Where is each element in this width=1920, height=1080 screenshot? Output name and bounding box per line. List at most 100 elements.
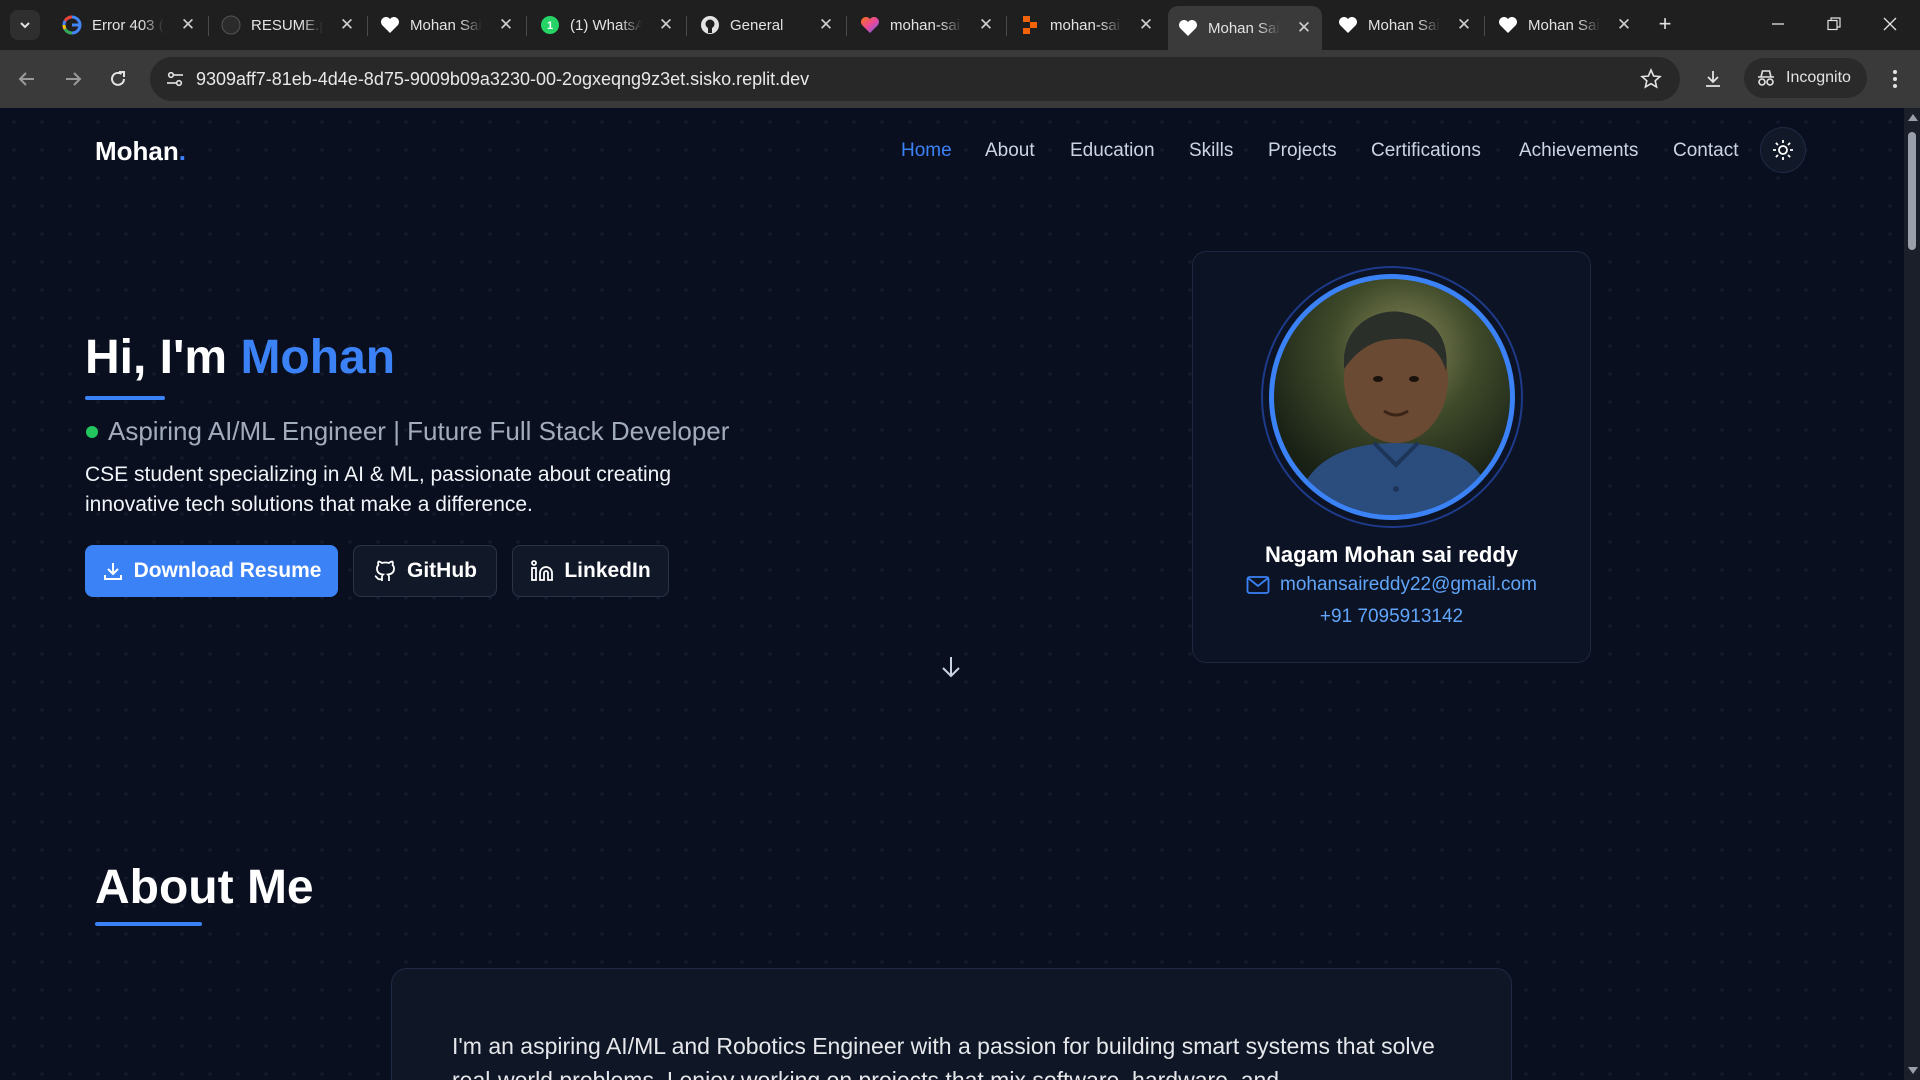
close-icon[interactable]: ✕ <box>1616 15 1632 35</box>
restore-icon <box>1827 17 1841 31</box>
logo-text: Mohan <box>95 136 179 166</box>
download-resume-label: Download Resume <box>133 559 322 582</box>
close-icon[interactable]: ✕ <box>1456 15 1472 35</box>
replit-icon <box>1020 15 1040 35</box>
svg-text:1: 1 <box>547 20 553 32</box>
linkedin-label: LinkedIn <box>564 559 651 582</box>
close-icon[interactable]: ✕ <box>658 15 674 35</box>
tab-title: Mohan Sai <box>410 16 482 34</box>
tab-separator <box>686 16 687 36</box>
about-underline <box>95 922 202 926</box>
close-icon[interactable]: ✕ <box>498 15 514 35</box>
tab-strip: Error 403 ( ✕ RESUME.pdf ✕ Mohan Sai ✕ 1… <box>0 0 1920 50</box>
back-button[interactable] <box>12 64 42 94</box>
profile-photo <box>1294 311 1496 515</box>
browser-tab[interactable]: mohan-sai ✕ <box>850 8 1004 42</box>
github-label: GitHub <box>407 559 477 582</box>
close-icon[interactable]: ✕ <box>1138 15 1154 35</box>
tab-title: mohan-sai <box>890 16 961 34</box>
close-icon[interactable]: ✕ <box>339 15 355 35</box>
nav-about[interactable]: About <box>985 140 1035 162</box>
close-icon <box>1883 17 1897 31</box>
github-button[interactable]: GitHub <box>353 545 497 597</box>
nav-home[interactable]: Home <box>901 140 952 162</box>
arrow-left-icon <box>18 72 34 86</box>
incognito-icon <box>1758 70 1774 86</box>
close-icon[interactable]: ✕ <box>1296 18 1312 38</box>
nav-projects[interactable]: Projects <box>1268 140 1337 162</box>
tab-title: Error 403 ( <box>92 16 164 34</box>
mail-icon <box>1246 576 1270 594</box>
reload-icon <box>111 71 125 86</box>
close-icon[interactable]: ✕ <box>818 15 834 35</box>
status-dot <box>86 426 98 438</box>
nav-education[interactable]: Education <box>1070 140 1155 162</box>
site-info-icon[interactable] <box>162 66 188 92</box>
reload-button[interactable] <box>103 64 133 94</box>
linkedin-icon <box>531 560 554 581</box>
downloads-button[interactable] <box>1698 64 1728 94</box>
tab-title: Mohan Sai <box>1528 16 1600 34</box>
browser-tab[interactable]: General ✕ <box>690 8 844 42</box>
browser-tab-active[interactable]: Mohan Sai ✕ <box>1168 6 1322 50</box>
bookmark-star-icon[interactable] <box>1640 67 1662 95</box>
incognito-label: Incognito <box>1786 69 1851 86</box>
scroll-down-arrow-icon[interactable] <box>1908 1067 1918 1074</box>
logo-dot: . <box>178 136 186 166</box>
about-text: I'm an aspiring AI/ML and Robotics Engin… <box>452 1033 1435 1080</box>
browser-tab[interactable]: mohan-sai ✕ <box>1010 8 1164 42</box>
minimize-button[interactable] <box>1758 8 1798 40</box>
download-icon <box>1706 71 1720 87</box>
scroll-up-arrow-icon[interactable] <box>1908 114 1918 121</box>
nav-certifications[interactable]: Certifications <box>1371 140 1481 162</box>
hero-heading: Hi, I'm Mohan <box>85 330 395 385</box>
heart-icon <box>1498 15 1518 35</box>
lovable-heart-icon <box>860 15 880 35</box>
browser-tab[interactable]: Mohan Sai ✕ <box>1488 8 1642 42</box>
tab-separator <box>846 16 847 36</box>
nav-contact[interactable]: Contact <box>1673 140 1738 162</box>
close-icon[interactable]: ✕ <box>180 15 196 35</box>
new-tab-button[interactable]: + <box>1652 12 1678 38</box>
tab-separator <box>526 16 527 36</box>
browser-tab[interactable]: 1 (1) WhatsApp ✕ <box>530 8 684 42</box>
browser-menu-button[interactable] <box>1880 64 1910 94</box>
browser-tab[interactable]: Mohan Sai ✕ <box>370 8 524 42</box>
theme-toggle-button[interactable] <box>1760 127 1806 173</box>
page-scrollbar[interactable] <box>1904 108 1920 1080</box>
close-window-button[interactable] <box>1870 8 1910 40</box>
nav-achievements[interactable]: Achievements <box>1519 140 1638 162</box>
nav-skills[interactable]: Skills <box>1189 140 1233 162</box>
url-text[interactable]: 9309aff7-81eb-4d4e-8d75-9009b09a3230-00-… <box>196 69 809 90</box>
avatar-ring <box>1261 266 1523 528</box>
profile-email[interactable]: mohansaireddy22@gmail.com <box>1280 574 1537 596</box>
browser-tab[interactable]: RESUME.pdf ✕ <box>211 8 365 42</box>
scrollbar-thumb[interactable] <box>1908 132 1916 250</box>
avatar <box>1269 274 1515 520</box>
forward-button[interactable] <box>58 64 88 94</box>
hero-description: CSE student specializing in AI & ML, pas… <box>85 463 672 516</box>
address-bar[interactable]: 9309aff7-81eb-4d4e-8d75-9009b09a3230-00-… <box>150 57 1680 101</box>
sun-icon <box>1773 140 1793 160</box>
linkedin-button[interactable]: LinkedIn <box>512 545 669 597</box>
browser-tab[interactable]: Error 403 ( ✕ <box>52 8 206 42</box>
close-icon[interactable]: ✕ <box>978 15 994 35</box>
profile-email-link[interactable]: mohansaireddy22@gmail.com <box>1193 574 1590 596</box>
github-icon <box>221 15 241 35</box>
arrow-down-icon[interactable] <box>938 654 964 680</box>
site-logo[interactable]: Mohan. <box>95 136 186 167</box>
tab-separator <box>1484 16 1485 36</box>
page-viewport: Mohan. Home About Education Skills Proje… <box>0 108 1904 1080</box>
restore-button[interactable] <box>1814 8 1854 40</box>
incognito-badge[interactable]: Incognito <box>1744 58 1867 98</box>
tab-search-button[interactable] <box>10 10 40 40</box>
hero-greeting: Hi, I'm <box>85 331 241 384</box>
profile-phone[interactable]: +91 7095913142 <box>1193 606 1590 628</box>
heart-icon <box>380 15 400 35</box>
tab-title: Mohan Sai <box>1368 16 1440 34</box>
download-resume-button[interactable]: Download Resume <box>85 545 338 597</box>
chevron-down-icon <box>20 22 30 29</box>
tab-title: RESUME.pdf <box>251 16 323 34</box>
arrow-right-icon <box>66 72 82 86</box>
browser-tab[interactable]: Mohan Sai ✕ <box>1328 8 1482 42</box>
